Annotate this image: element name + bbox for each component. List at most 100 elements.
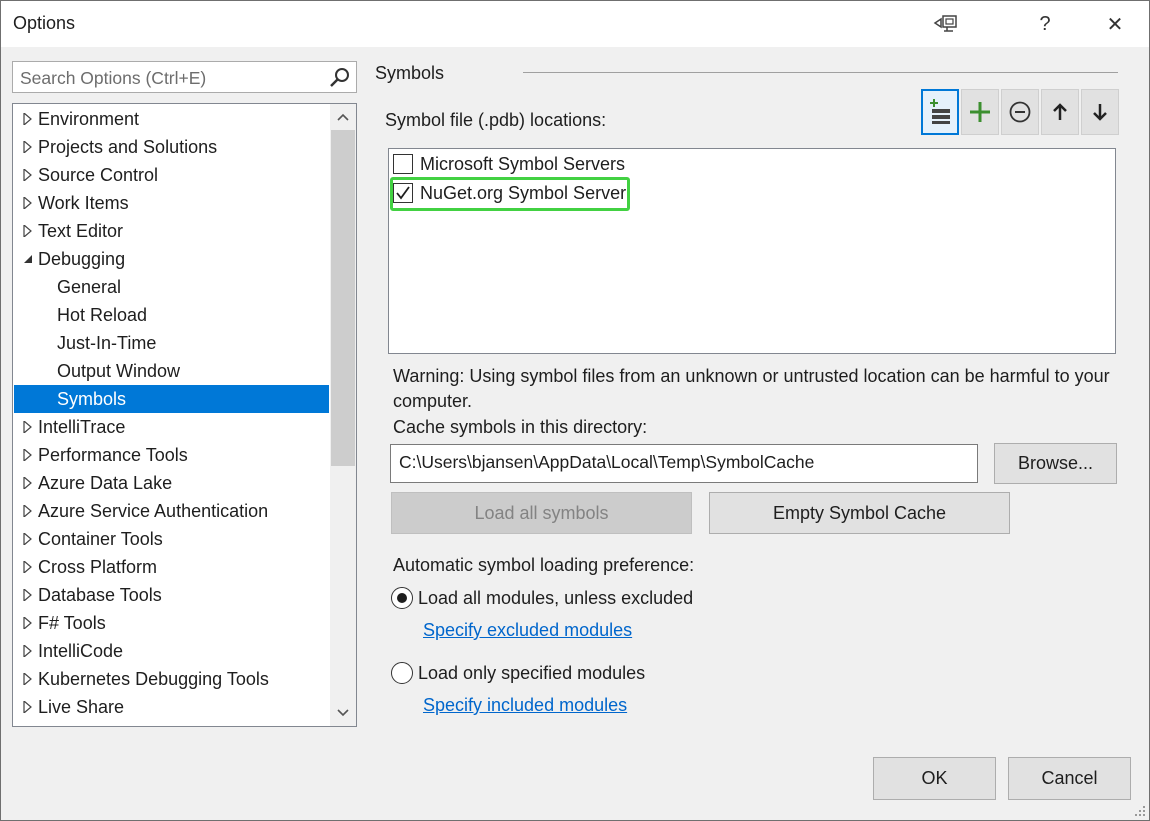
tree-item-just-in-time[interactable]: Just-In-Time: [14, 329, 329, 357]
radio-label: Load only specified modules: [418, 662, 646, 683]
expand-arrow-icon[interactable]: [22, 197, 34, 209]
title-bar: Options ? ✕: [1, 1, 1149, 47]
cancel-button[interactable]: Cancel: [1008, 757, 1131, 800]
tree-item-intellitrace[interactable]: IntelliTrace: [14, 413, 329, 441]
ok-button[interactable]: OK: [873, 757, 996, 800]
tree-item-label: Just-In-Time: [57, 333, 157, 353]
tree-item-environment[interactable]: Environment: [14, 105, 329, 133]
close-button[interactable]: ✕: [1092, 1, 1138, 47]
expand-arrow-icon[interactable]: [22, 533, 34, 545]
plus-icon: [970, 102, 990, 122]
expand-arrow-icon[interactable]: [22, 645, 34, 657]
tree-item-kubernetes-debugging-tools[interactable]: Kubernetes Debugging Tools: [14, 665, 329, 693]
tree-item-output-window[interactable]: Output Window: [14, 357, 329, 385]
tree-item-live-share[interactable]: Live Share: [14, 693, 329, 721]
move-up-button[interactable]: [1041, 89, 1079, 135]
tree-item-label: F# Tools: [38, 613, 106, 633]
tree-item-azure-data-lake[interactable]: Azure Data Lake: [14, 469, 329, 497]
tree-item-intellicode[interactable]: IntelliCode: [14, 637, 329, 665]
minus-circle-icon: [1009, 101, 1031, 123]
radio-load-specified[interactable]: Load only specified modules: [391, 662, 645, 684]
tree-item-database-tools[interactable]: Database Tools: [14, 581, 329, 609]
remove-location-button[interactable]: [1001, 89, 1039, 135]
expand-arrow-icon[interactable]: [22, 505, 34, 517]
tree-item-label: Symbols: [57, 389, 127, 409]
tree-item-debugging[interactable]: Debugging: [14, 245, 329, 273]
search-icon: [330, 68, 349, 87]
expand-arrow-icon[interactable]: [22, 225, 34, 237]
window-title: Options: [13, 13, 76, 33]
expand-arrow-icon[interactable]: [22, 169, 34, 181]
expand-arrow-icon[interactable]: [22, 701, 34, 713]
tree-item-label: Output Window: [57, 361, 181, 381]
scroll-down-icon[interactable]: [330, 700, 356, 726]
specify-included-link[interactable]: Specify included modules: [423, 695, 627, 716]
add-location-button[interactable]: [961, 89, 999, 135]
tree-item-text-editor[interactable]: Text Editor: [14, 217, 329, 245]
tree-item-label: Source Control: [38, 165, 159, 185]
tree-item-cross-platform[interactable]: Cross Platform: [14, 553, 329, 581]
expand-arrow-icon[interactable]: [22, 617, 34, 629]
tree-item-source-control[interactable]: Source Control: [14, 161, 329, 189]
expand-arrow-icon[interactable]: [22, 141, 34, 153]
tree-item-label: General: [57, 277, 122, 297]
tree-item-label: Live Share: [38, 697, 125, 717]
tree-item-label: Kubernetes Debugging Tools: [38, 669, 269, 689]
scroll-thumb[interactable]: [331, 130, 355, 466]
expand-arrow-icon[interactable]: [22, 673, 34, 685]
tree-item-label: Database Tools: [38, 585, 162, 605]
search-options-input[interactable]: Search Options (Ctrl+E): [12, 61, 357, 93]
location-checkbox[interactable]: [393, 154, 413, 174]
expand-arrow-icon[interactable]: [22, 449, 34, 461]
radio-button[interactable]: [391, 587, 413, 609]
collapse-arrow-icon[interactable]: [22, 253, 34, 265]
feedback-icon[interactable]: [923, 1, 969, 47]
radio-load-all[interactable]: Load all modules, unless excluded: [391, 587, 693, 609]
tree-item-container-tools[interactable]: Container Tools: [14, 525, 329, 553]
tree-item-label: Work Items: [38, 193, 129, 213]
empty-symbol-cache-button[interactable]: Empty Symbol Cache: [709, 492, 1010, 534]
move-down-button[interactable]: [1081, 89, 1119, 135]
tree-item-label: Azure Service Authentication: [38, 501, 269, 521]
add-from-list-icon: [930, 99, 950, 124]
scroll-up-icon[interactable]: [330, 104, 356, 130]
radio-button[interactable]: [391, 662, 413, 684]
options-tree: Environment Projects and Solutions Source …: [12, 103, 357, 727]
section-title: Symbols: [375, 63, 445, 83]
tree-item-label: Container Tools: [38, 529, 163, 549]
tree-item-label: Performance Tools: [38, 445, 188, 465]
arrow-up-icon: [1053, 103, 1067, 120]
warning-text: Warning: Using symbol files from an unkn…: [393, 366, 1110, 411]
tree-item-label: IntelliCode: [38, 641, 124, 661]
tree-scrollbar[interactable]: [330, 104, 356, 726]
tree-item-azure-service-authentication[interactable]: Azure Service Authentication: [14, 497, 329, 525]
tree-item-label: Text Editor: [38, 221, 124, 241]
expand-arrow-icon[interactable]: [22, 113, 34, 125]
browse-button[interactable]: Browse...: [994, 443, 1117, 484]
help-button[interactable]: ?: [1022, 1, 1068, 47]
tree-item-projects-and-solutions[interactable]: Projects and Solutions: [14, 133, 329, 161]
expand-arrow-icon[interactable]: [22, 477, 34, 489]
radio-label: Load all modules, unless excluded: [418, 587, 694, 608]
options-dialog: Options ? ✕ Search Options (Ctrl+E) Envi…: [0, 0, 1150, 821]
tree-item-performance-tools[interactable]: Performance Tools: [14, 441, 329, 469]
specify-excluded-link[interactable]: Specify excluded modules: [423, 620, 632, 641]
expand-arrow-icon[interactable]: [22, 589, 34, 601]
tree-item-symbols[interactable]: Symbols: [14, 385, 329, 413]
add-from-list-button[interactable]: [921, 89, 959, 135]
tree-item-label: Environment: [38, 109, 140, 129]
search-placeholder: Search Options (Ctrl+E): [20, 68, 207, 88]
location-item-microsoft[interactable]: Microsoft Symbol Servers: [393, 150, 625, 178]
tree-item-general[interactable]: General: [14, 273, 329, 301]
tree-item-work-items[interactable]: Work Items: [14, 189, 329, 217]
tree-item-hot-reload[interactable]: Hot Reload: [14, 301, 329, 329]
load-all-symbols-button[interactable]: Load all symbols: [391, 492, 692, 534]
section-divider: [523, 72, 1118, 73]
preference-label: Automatic symbol loading preference:: [393, 555, 695, 575]
tree-item-f-tools[interactable]: F# Tools: [14, 609, 329, 637]
cache-path-input[interactable]: C:\Users\bjansen\AppData\Local\Temp\Symb…: [390, 444, 978, 483]
expand-arrow-icon[interactable]: [22, 421, 34, 433]
locations-label: Symbol file (.pdb) locations:: [385, 110, 607, 130]
resize-grip-icon[interactable]: [1134, 805, 1146, 817]
expand-arrow-icon[interactable]: [22, 561, 34, 573]
